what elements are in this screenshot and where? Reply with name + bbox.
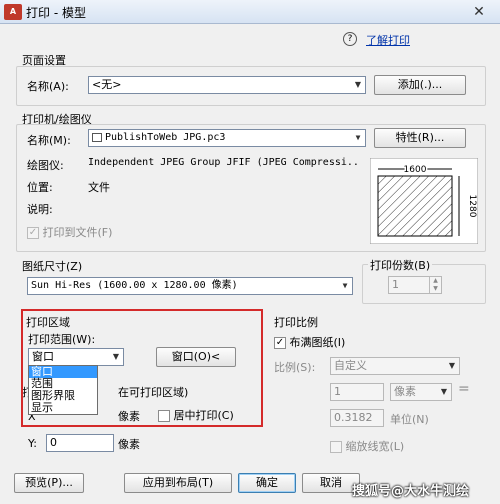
page-setup-name-label: 名称(A): bbox=[27, 80, 69, 93]
scale-value-input[interactable]: 1 bbox=[330, 383, 384, 401]
chevron-down-icon: ▼ bbox=[355, 133, 361, 142]
copies-heading: 打印份数(B) bbox=[368, 257, 433, 273]
print-to-file-label: 打印到文件(F) bbox=[42, 226, 113, 239]
printer-name-label: 名称(M): bbox=[27, 134, 71, 147]
paper-size-value: Sun Hi-Res (1600.00 x 1280.00 像素) bbox=[31, 280, 238, 291]
description-label: 说明: bbox=[27, 203, 53, 216]
window-title: 打印 - 模型 bbox=[26, 6, 86, 20]
printer-properties-button[interactable]: 特性(R)... bbox=[374, 128, 466, 148]
copies-stepper[interactable]: 1 ▲ ▼ bbox=[388, 276, 442, 294]
paper-size-heading: 图纸尺寸(Z) bbox=[22, 260, 83, 273]
watermark: 搜狐号@大水牛测绘 bbox=[352, 484, 470, 499]
scale-ratio-combo[interactable]: 自定义 ▼ bbox=[330, 357, 460, 375]
learn-printing-link[interactable]: 了解打印 bbox=[366, 32, 410, 48]
page-setup-name-value: <无> bbox=[92, 78, 122, 91]
close-icon[interactable]: ✕ bbox=[466, 2, 492, 22]
plot-scale-heading: 打印比例 bbox=[274, 316, 318, 329]
chevron-down-icon: ▼ bbox=[448, 361, 456, 370]
scale-unit-combo[interactable]: 像素 ▼ bbox=[390, 383, 452, 401]
printer-name-combo[interactable]: PublishToWeb JPG.pc3 ▼ bbox=[88, 129, 366, 147]
preview-width-label: 1600 bbox=[404, 165, 427, 175]
scale-lineweights-label: 缩放线宽(L) bbox=[345, 440, 405, 453]
paper-size-combo[interactable]: Sun Hi-Res (1600.00 x 1280.00 像素) ▼ bbox=[27, 277, 353, 295]
plotter-label: 绘图仪: bbox=[27, 159, 64, 172]
plotter-value: Independent JPEG Group JFIF (JPEG Compre… bbox=[88, 157, 360, 168]
scale-lineweights-checkbox[interactable] bbox=[330, 441, 342, 453]
spin-arrows-icon[interactable]: ▲ ▼ bbox=[429, 277, 441, 293]
scale-ratio-value: 自定义 bbox=[334, 359, 367, 372]
ok-button[interactable]: 确定 bbox=[238, 473, 296, 493]
printer-name-value: PublishToWeb JPG.pc3 bbox=[105, 132, 226, 143]
drawing-units-label: 单位(N) bbox=[390, 413, 429, 426]
location-label: 位置: bbox=[27, 181, 53, 194]
help-icon: ? bbox=[343, 32, 357, 46]
offset-y-input[interactable]: 0 bbox=[46, 434, 114, 452]
scale-drawing-units-input[interactable]: 0.3182 bbox=[330, 409, 384, 427]
copies-value: 1 bbox=[392, 278, 399, 291]
equals-sign-icon: = bbox=[458, 381, 470, 397]
scale-lineweights-option[interactable]: 缩放线宽(L) bbox=[330, 438, 404, 454]
apply-to-layout-button[interactable]: 应用到布局(T) bbox=[124, 473, 232, 493]
print-to-file-option[interactable]: ✓ 打印到文件(F) bbox=[27, 224, 112, 240]
paper-preview: 1600 1280 bbox=[370, 158, 478, 244]
chevron-down-icon: ▼ bbox=[354, 80, 362, 89]
preview-button[interactable]: 预览(P)... bbox=[14, 473, 84, 493]
scale-ratio-label: 比例(S): bbox=[274, 361, 316, 374]
chevron-down-icon: ▼ bbox=[440, 387, 448, 396]
scale-unit-value: 像素 bbox=[394, 385, 416, 398]
preview-height-label: 1280 bbox=[467, 195, 477, 218]
highlight-box bbox=[21, 309, 263, 427]
printer-icon bbox=[92, 132, 102, 142]
offset-y-label: Y: bbox=[28, 437, 37, 450]
fit-to-paper-option[interactable]: ✓ 布满图纸(I) bbox=[274, 334, 345, 350]
chevron-down-icon: ▼ bbox=[342, 281, 348, 290]
fit-to-paper-label: 布满图纸(I) bbox=[289, 336, 346, 349]
autocad-app-icon: A bbox=[4, 4, 22, 20]
add-page-setup-button[interactable]: 添加(.)... bbox=[374, 75, 466, 95]
location-value: 文件 bbox=[88, 181, 110, 194]
print-to-file-checkbox[interactable]: ✓ bbox=[27, 227, 39, 239]
page-setup-name-combo[interactable]: <无> ▼ bbox=[88, 76, 366, 94]
offset-y-unit: 像素 bbox=[118, 438, 140, 451]
fit-to-paper-checkbox[interactable]: ✓ bbox=[274, 337, 286, 349]
